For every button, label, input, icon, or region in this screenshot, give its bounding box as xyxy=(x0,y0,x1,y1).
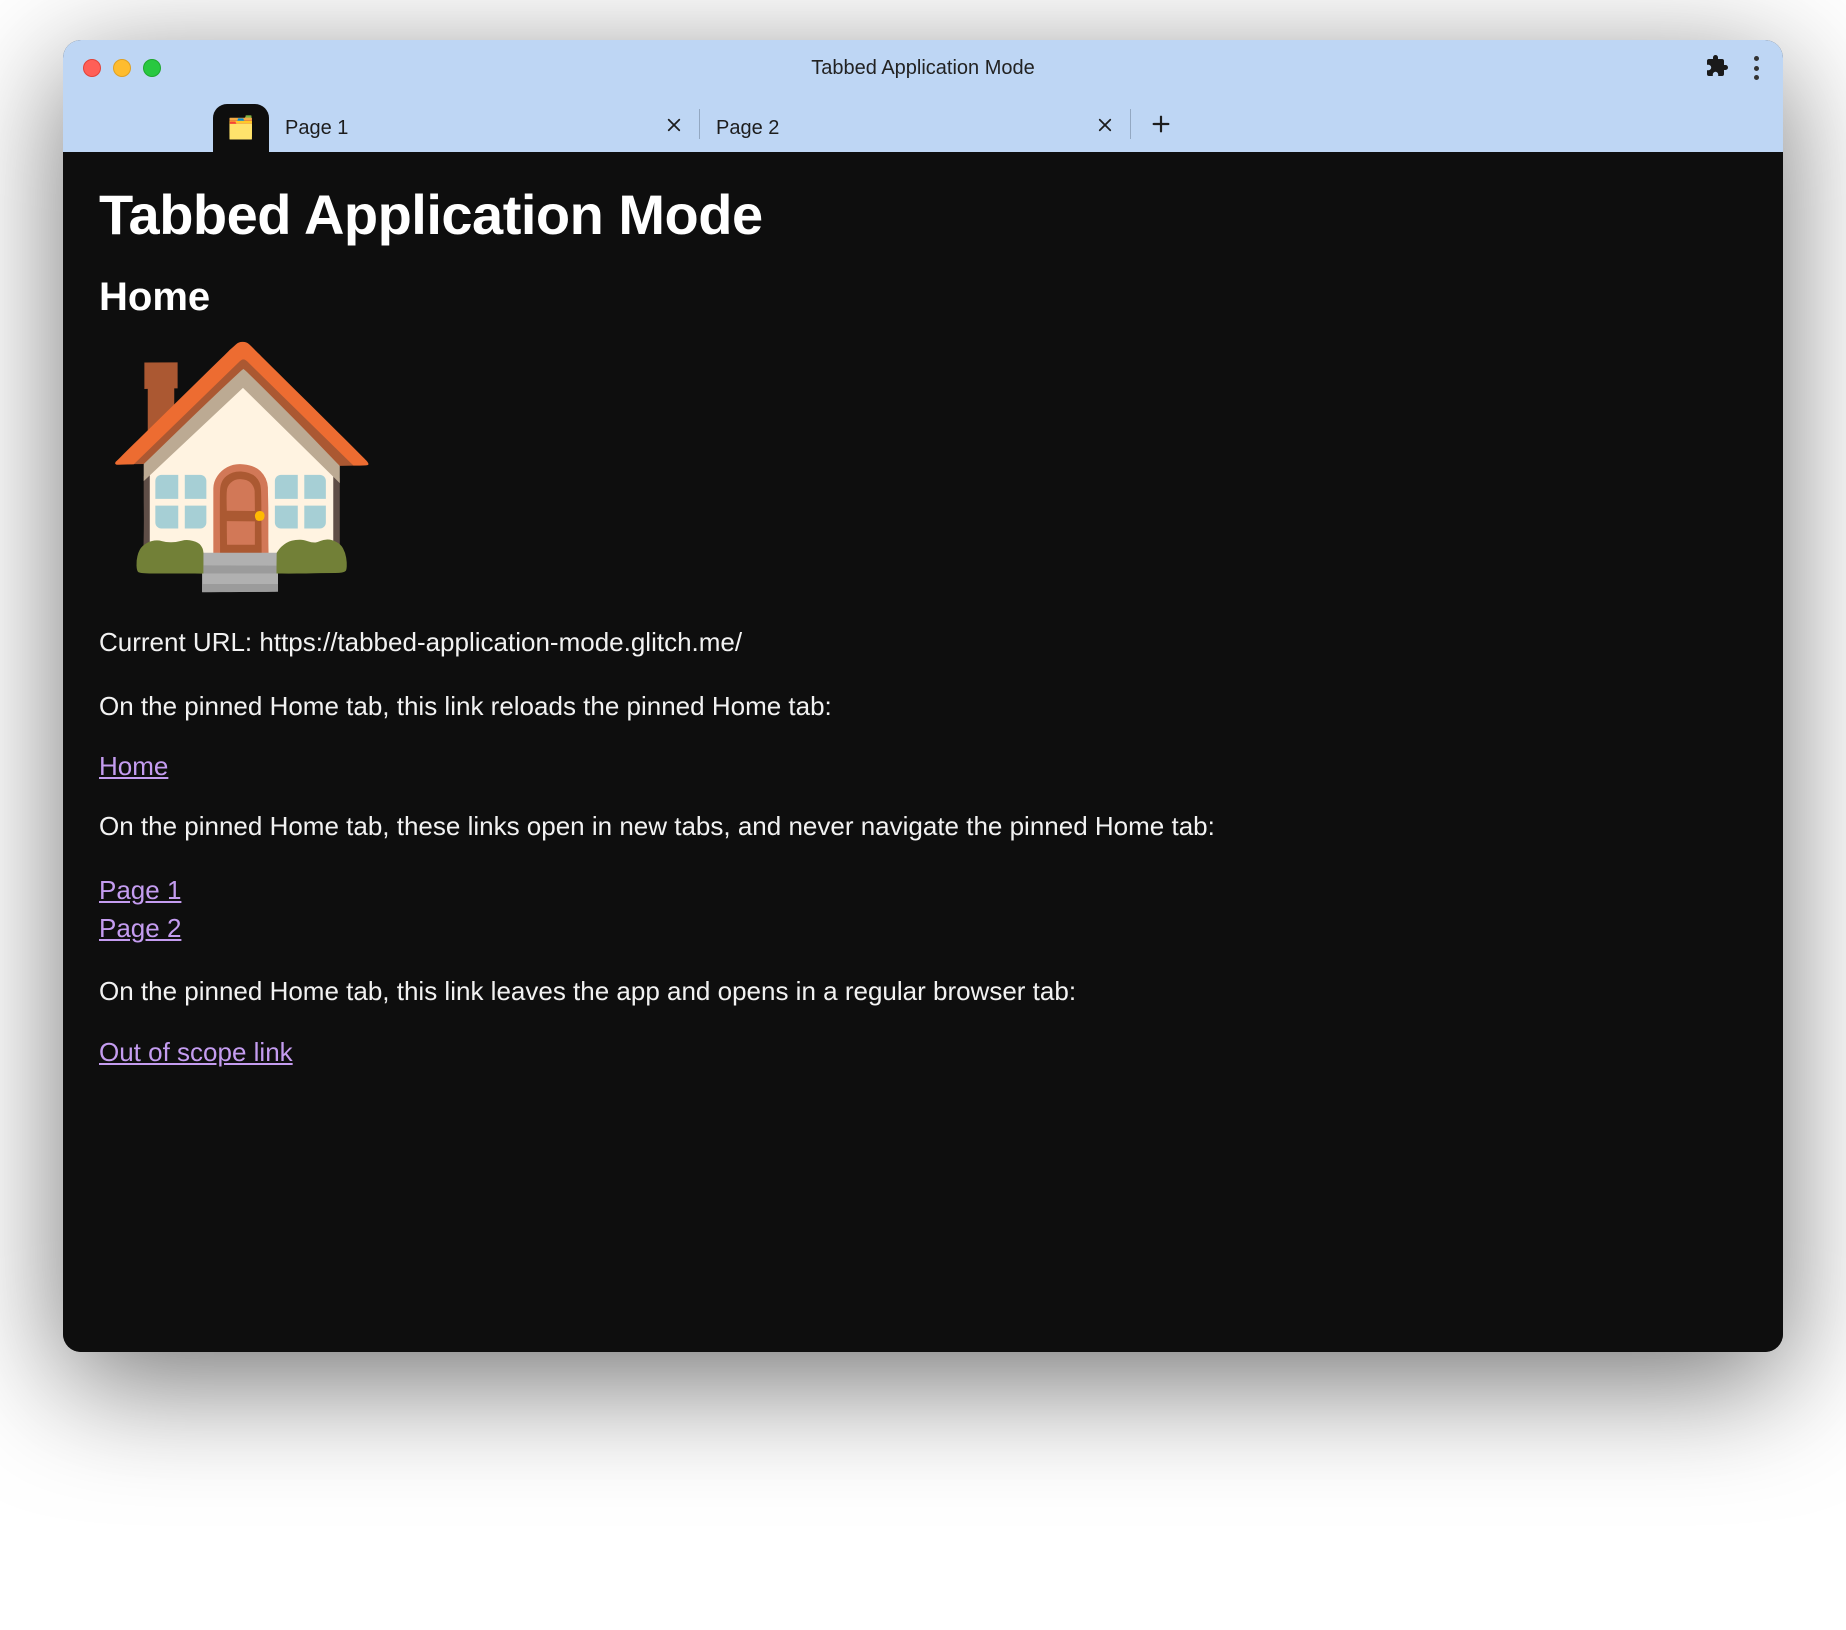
window-minimize-button[interactable] xyxy=(113,59,131,77)
tab-label: Page 2 xyxy=(716,117,1096,140)
traffic-lights xyxy=(83,59,161,77)
para-newtabs: On the pinned Home tab, these links open… xyxy=(99,808,1747,846)
tabstrip: 🗂️ Page 1 Page 2 xyxy=(63,96,1783,152)
close-icon[interactable] xyxy=(665,116,683,140)
tab-divider xyxy=(1130,109,1131,139)
current-url-line: Current URL: https://tabbed-application-… xyxy=(99,624,1747,662)
window-title: Tabbed Application Mode xyxy=(811,57,1035,80)
para-outofscope: On the pinned Home tab, this link leaves… xyxy=(99,973,1747,1011)
para-reload: On the pinned Home tab, this link reload… xyxy=(99,688,1747,726)
tab-page-1[interactable]: Page 1 xyxy=(269,104,699,152)
new-tab-button[interactable] xyxy=(1139,102,1183,146)
page-title: Tabbed Application Mode xyxy=(99,182,1747,247)
link-out-of-scope[interactable]: Out of scope link xyxy=(99,1037,293,1067)
titlebar: Tabbed Application Mode xyxy=(63,40,1783,96)
window-close-button[interactable] xyxy=(83,59,101,77)
link-page-2[interactable]: Page 2 xyxy=(99,910,1747,948)
window-maximize-button[interactable] xyxy=(143,59,161,77)
close-icon[interactable] xyxy=(1096,116,1114,140)
link-home[interactable]: Home xyxy=(99,751,168,781)
more-menu-icon[interactable] xyxy=(1753,56,1759,80)
extensions-icon[interactable] xyxy=(1705,54,1729,83)
app-window: Tabbed Application Mode 🗂️ xyxy=(63,40,1783,1352)
tab-page-2[interactable]: Page 2 xyxy=(700,104,1130,152)
pinned-home-tab[interactable]: 🗂️ xyxy=(213,104,269,152)
page-subtitle: Home xyxy=(99,275,1747,320)
link-page-1[interactable]: Page 1 xyxy=(99,872,1747,910)
page-content: Tabbed Application Mode Home 🏠 Current U… xyxy=(63,152,1783,1352)
pinned-tab-favicon-icon: 🗂️ xyxy=(227,117,254,139)
house-icon: 🏠 xyxy=(99,348,1747,578)
tab-label: Page 1 xyxy=(285,117,665,140)
